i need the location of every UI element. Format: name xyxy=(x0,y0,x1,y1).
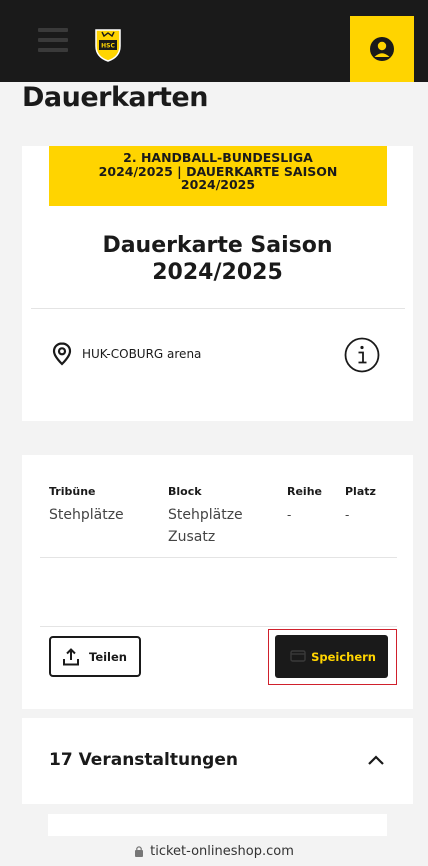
seat-value: - xyxy=(345,508,350,522)
top-bar: HSC xyxy=(0,0,428,82)
league-line-3: 2024/2025 xyxy=(180,177,256,192)
club-logo[interactable]: HSC xyxy=(93,26,123,62)
location-pin-icon xyxy=(52,342,72,366)
tribune-header: Tribüne xyxy=(49,485,96,498)
wallet-icon xyxy=(290,650,306,662)
ticket-card: 2. HANDBALL-BUNDESLIGA 2024/2025 | DAUER… xyxy=(22,146,413,421)
seat-col-row: Reihe - xyxy=(287,485,322,526)
seat-header: Platz xyxy=(345,485,376,498)
events-title: 17 Veranstaltungen xyxy=(49,750,238,770)
row-header: Reihe xyxy=(287,485,322,498)
seat-card: Tribüne Stehplätze Block Stehplätze Zusa… xyxy=(22,455,413,709)
browser-url-bar[interactable]: ticket-onlineshop.com xyxy=(0,836,428,866)
save-label: Speichern xyxy=(311,649,376,664)
ticket-title-line-2: 2024/2025 xyxy=(152,260,283,285)
share-upload-icon xyxy=(63,647,79,665)
tribune-value: Stehplätze xyxy=(49,507,124,523)
row-value: - xyxy=(287,508,292,522)
share-button[interactable]: Teilen xyxy=(49,636,141,677)
info-icon[interactable] xyxy=(344,337,380,373)
seat-col-block: Block Stehplätze Zusatz xyxy=(168,485,243,548)
chevron-up-icon[interactable] xyxy=(367,754,385,766)
block-value-line-1: Stehplätze xyxy=(168,507,243,523)
save-button[interactable]: Speichern xyxy=(275,635,388,678)
lock-icon xyxy=(135,846,144,857)
divider xyxy=(40,626,397,627)
league-line-2: 2024/2025 | DAUERKARTE SAISON xyxy=(98,163,338,179)
ticket-title: Dauerkarte Saison 2024/2025 xyxy=(22,232,413,286)
block-header: Block xyxy=(168,485,202,498)
share-label: Teilen xyxy=(89,649,127,664)
divider xyxy=(40,557,397,558)
menu-icon[interactable] xyxy=(38,28,68,52)
ticket-title-line-1: Dauerkarte Saison xyxy=(102,233,333,258)
league-line-1: 2. HANDBALL-BUNDESLIGA xyxy=(123,150,313,165)
divider xyxy=(31,308,405,309)
user-icon xyxy=(370,37,394,61)
seat-col-seat: Platz - xyxy=(345,485,376,526)
events-accordion[interactable]: 17 Veranstaltungen xyxy=(22,718,413,804)
venue-name: HUK-COBURG arena xyxy=(82,347,202,361)
svg-text:HSC: HSC xyxy=(101,43,115,50)
page-title: Dauerkarten xyxy=(22,82,208,113)
account-button[interactable] xyxy=(350,16,414,82)
block-value-line-2: Zusatz xyxy=(168,529,216,545)
url-text: ticket-onlineshop.com xyxy=(150,843,294,859)
league-banner: 2. HANDBALL-BUNDESLIGA 2024/2025 | DAUER… xyxy=(49,146,387,206)
venue-row: HUK-COBURG arena xyxy=(52,342,201,366)
seat-col-tribune: Tribüne Stehplätze xyxy=(49,485,124,526)
